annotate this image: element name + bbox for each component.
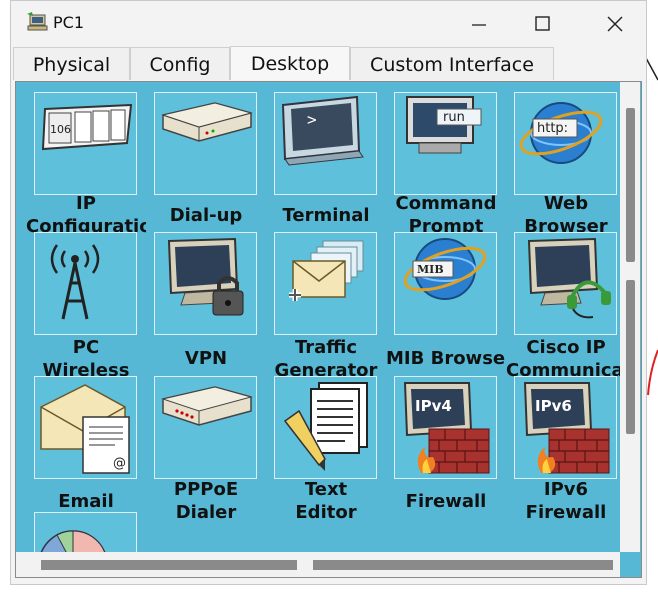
tab-desktop[interactable]: Desktop bbox=[230, 46, 350, 80]
tab-bar: Physical Config Desktop Custom Interface bbox=[11, 46, 646, 80]
tab-config[interactable]: Config bbox=[130, 47, 230, 80]
app-command-prompt[interactable]: run bbox=[394, 92, 497, 195]
app-label: PC bbox=[72, 337, 100, 358]
app-label: Text bbox=[304, 479, 348, 500]
app-label: Dialer bbox=[175, 502, 237, 523]
vpn-lock-icon bbox=[167, 237, 244, 316]
app-label: Email bbox=[58, 491, 114, 512]
horizontal-scroll-thumb-left[interactable] bbox=[41, 560, 297, 570]
app-vpn[interactable] bbox=[154, 232, 257, 335]
vertical-scroll-thumb-upper[interactable] bbox=[626, 108, 635, 262]
app-mib-browser[interactable]: MIB bbox=[394, 232, 497, 335]
close-button[interactable] bbox=[595, 9, 635, 39]
app-firewall[interactable]: IPv4 bbox=[394, 376, 497, 479]
maximize-button[interactable] bbox=[523, 9, 563, 39]
app-label: Editor bbox=[295, 502, 357, 523]
email-icon: @ bbox=[40, 384, 130, 474]
app-label: Terminal bbox=[282, 205, 370, 226]
horizontal-scroll-thumb-right[interactable] bbox=[313, 560, 613, 570]
text-editor-icon bbox=[283, 382, 368, 471]
tab-custom-interface[interactable]: Custom Interface bbox=[350, 47, 554, 80]
app-traffic-generator[interactable] bbox=[274, 232, 377, 335]
app-label: PPPoE bbox=[173, 479, 239, 500]
app-label: Command bbox=[395, 193, 497, 214]
app-dial-up[interactable] bbox=[154, 92, 257, 195]
app-label: Dial-up bbox=[169, 205, 243, 226]
app-pc-wireless[interactable] bbox=[34, 232, 137, 335]
command-prompt-icon: run bbox=[406, 96, 482, 154]
app-label: VPN bbox=[184, 348, 228, 369]
modem-icon bbox=[161, 102, 253, 142]
app-label: IPv6 bbox=[543, 479, 589, 500]
ipv6-firewall-icon: IPv6 bbox=[523, 382, 610, 474]
app-web-browser[interactable]: http: bbox=[514, 92, 617, 195]
window-title: PC1 bbox=[53, 13, 84, 32]
headset-icon bbox=[527, 237, 611, 319]
svg-text:106: 106 bbox=[50, 123, 71, 136]
app-terminal[interactable]: > bbox=[274, 92, 377, 195]
app-label: Firewall bbox=[405, 491, 487, 512]
svg-text:run: run bbox=[443, 110, 465, 125]
terminal-icon: > bbox=[281, 95, 364, 166]
svg-text:MIB: MIB bbox=[417, 263, 444, 276]
ip-configuration-icon: 106 bbox=[41, 103, 133, 151]
tab-physical[interactable]: Physical bbox=[13, 47, 130, 80]
svg-text:http:: http: bbox=[537, 121, 568, 136]
app-email[interactable]: @ bbox=[34, 376, 137, 479]
mib-browser-icon: MIB bbox=[403, 238, 487, 300]
wireless-tower-icon bbox=[50, 244, 100, 320]
app-label: MIB Browser bbox=[386, 348, 506, 369]
traffic-generator-icon bbox=[289, 240, 364, 301]
pc-app-icon bbox=[27, 12, 48, 31]
app-label: Traffic bbox=[294, 337, 358, 358]
app-label: IP bbox=[76, 193, 96, 214]
app-label: Firewall bbox=[525, 502, 607, 523]
app-cisco-ip-communicator[interactable] bbox=[514, 232, 617, 335]
svg-text:IPv4: IPv4 bbox=[415, 397, 452, 415]
web-browser-icon: http: bbox=[519, 102, 603, 164]
app-ipv6-firewall[interactable]: IPv6 bbox=[514, 376, 617, 479]
app-label: Cisco IP bbox=[526, 337, 606, 358]
desktop-panel: 106 > run http: IP Configurati Dial-up T… bbox=[15, 81, 642, 578]
vertical-scroll-thumb-lower[interactable] bbox=[626, 280, 635, 434]
minimize-button[interactable] bbox=[459, 9, 499, 39]
app-label: Web bbox=[543, 193, 589, 214]
app-pppoe-dialer[interactable] bbox=[154, 376, 257, 479]
vertical-scrollbar[interactable] bbox=[620, 82, 640, 552]
horizontal-scrollbar[interactable] bbox=[16, 552, 620, 577]
svg-text:@: @ bbox=[113, 456, 126, 471]
svg-text:>: > bbox=[307, 110, 317, 129]
app-text-editor[interactable] bbox=[274, 376, 377, 479]
pppoe-dialer-icon bbox=[161, 386, 253, 426]
pc1-window: PC1 Physical Config Desktop Custom Inter… bbox=[10, 0, 647, 585]
firewall-icon: IPv4 bbox=[403, 382, 490, 474]
svg-text:IPv6: IPv6 bbox=[535, 397, 572, 415]
title-bar[interactable]: PC1 bbox=[11, 1, 646, 45]
app-ip-configuration[interactable]: 106 bbox=[34, 92, 137, 195]
